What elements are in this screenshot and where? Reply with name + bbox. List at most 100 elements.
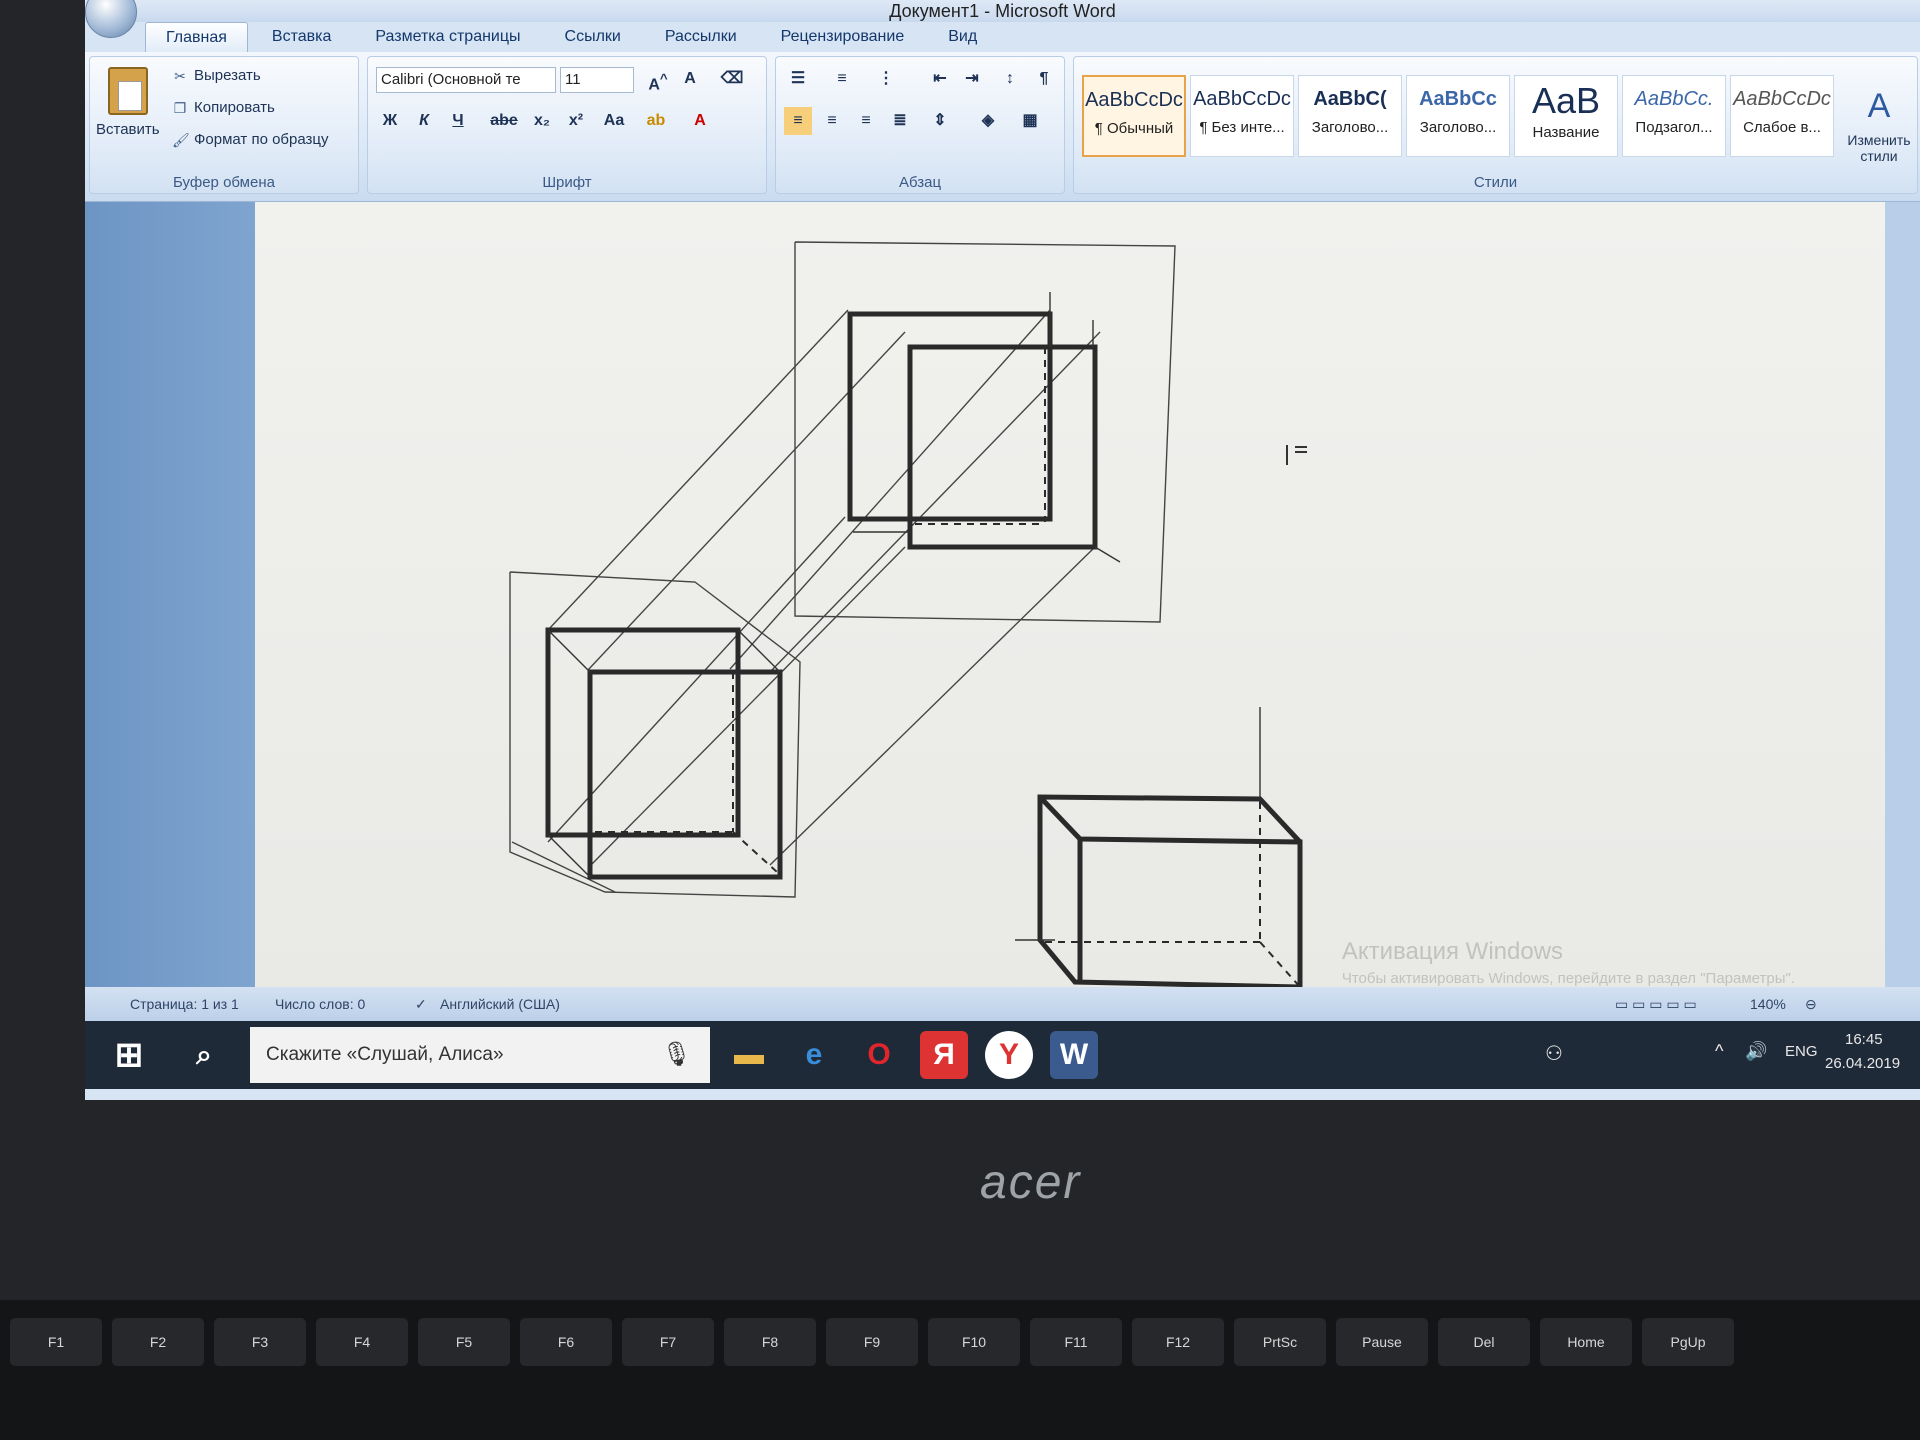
search-icon[interactable]: ⌕ <box>180 1031 228 1079</box>
volume-icon[interactable]: 🔊 <box>1745 1041 1767 1062</box>
tab-insert[interactable]: Вставка <box>252 22 351 52</box>
align-center-icon[interactable]: ≡ <box>818 107 846 135</box>
format-painter-button[interactable]: 🖌 Формат по образцу <box>172 131 329 148</box>
justify-icon[interactable]: ≣ <box>886 107 914 135</box>
cut-label: Вырезать <box>194 67 261 84</box>
strikethrough-button[interactable]: abe <box>486 107 522 135</box>
borders-icon[interactable]: ▦ <box>1016 107 1044 135</box>
bold-button[interactable]: Ж <box>376 107 404 135</box>
view-buttons[interactable]: ▭ ▭ ▭ ▭ ▭ <box>1615 987 1697 1021</box>
pilcrow-icon[interactable]: ¶ <box>1030 65 1058 93</box>
sort-icon[interactable]: ↕ <box>996 65 1024 93</box>
status-bar: Страница: 1 из 1 Число слов: 0 ✓ Английс… <box>85 987 1920 1080</box>
people-icon[interactable]: ⚇ <box>1545 1041 1563 1066</box>
align-right-icon[interactable]: ≡ <box>852 107 880 135</box>
multilevel-list-icon[interactable]: ⋮ <box>872 65 900 93</box>
style-no-spacing[interactable]: AaBbCcDc ¶ Без инте... <box>1190 75 1294 157</box>
key: F10 <box>928 1318 1020 1366</box>
projection-line <box>769 546 1096 866</box>
bullets-icon[interactable]: ☰ <box>784 65 812 93</box>
shrink-font-icon[interactable]: A <box>676 65 704 93</box>
key: F9 <box>826 1318 918 1366</box>
zoom-level[interactable]: 140% <box>1750 987 1786 1021</box>
key: F2 <box>112 1318 204 1366</box>
style-title[interactable]: AaB Название <box>1514 75 1618 157</box>
style-normal[interactable]: AaBbCcDc ¶ Обычный <box>1082 75 1186 157</box>
copy-button[interactable]: ❐ Копировать <box>172 99 275 116</box>
style-sample: AaBbCcDc <box>1085 89 1183 111</box>
tab-mailings[interactable]: Рассылки <box>645 22 757 52</box>
word-count[interactable]: Число слов: 0 <box>275 987 365 1021</box>
line-spacing-icon[interactable]: ⇕ <box>926 107 954 135</box>
subscript-button[interactable]: x₂ <box>528 107 556 135</box>
language-tray[interactable]: ENG <box>1785 1043 1818 1060</box>
tray-chevron-icon[interactable]: ^ <box>1715 1041 1723 1062</box>
opera-icon[interactable]: O <box>855 1031 903 1079</box>
highlight-icon[interactable]: ab <box>642 107 670 135</box>
document-page[interactable]: Активация Windows Чтобы активировать Win… <box>255 202 1885 990</box>
clear-formatting-icon[interactable]: ⌫ <box>718 65 746 93</box>
tab-page-layout[interactable]: Разметка страницы <box>355 22 540 52</box>
cut-button[interactable]: ✂ Вырезать <box>172 67 261 84</box>
clock-time[interactable]: 16:45 <box>1845 1031 1883 1048</box>
yandex-browser-icon[interactable]: Y <box>985 1031 1033 1079</box>
language-indicator[interactable]: Английский (США) <box>440 987 560 1021</box>
grow-font-icon[interactable]: A^ <box>644 65 672 93</box>
shading-icon[interactable]: ◈ <box>974 107 1002 135</box>
key: Pause <box>1336 1318 1428 1366</box>
numbering-icon[interactable]: ≡ <box>828 65 856 93</box>
style-heading1[interactable]: AaBbC( Заголово... <box>1298 75 1402 157</box>
increase-indent-icon[interactable]: ⇥ <box>958 65 986 93</box>
file-explorer-icon[interactable]: ▬ <box>725 1031 773 1079</box>
tab-references[interactable]: Ссылки <box>545 22 641 52</box>
tab-view[interactable]: Вид <box>928 22 997 52</box>
italic-button[interactable]: К <box>410 107 438 135</box>
font-size-select[interactable]: 11 <box>560 67 634 93</box>
decrease-indent-icon[interactable]: ⇤ <box>926 65 954 93</box>
windows-start-icon[interactable]: ⊞ <box>105 1031 153 1079</box>
font-name-select[interactable]: Calibri (Основной те <box>376 67 556 93</box>
axis-line <box>1094 546 1121 563</box>
document-area: Активация Windows Чтобы активировать Win… <box>85 202 1920 990</box>
word-taskbar-icon[interactable]: W <box>1050 1031 1098 1079</box>
paste-icon[interactable] <box>108 67 148 115</box>
align-left-icon[interactable]: ≡ <box>784 107 812 135</box>
proofing-icon[interactable]: ✓ <box>415 987 427 1021</box>
style-subtle-emphasis[interactable]: AaBbCcDc Слабое в... <box>1730 75 1834 157</box>
paste-label: Вставить <box>96 121 160 138</box>
key: Home <box>1540 1318 1632 1366</box>
cube-edge <box>547 629 591 673</box>
underline-button[interactable]: Ч <box>444 107 472 135</box>
change-styles-button[interactable]: A Изменить стили <box>1844 87 1914 164</box>
key: F8 <box>724 1318 816 1366</box>
yandex-icon[interactable]: Я <box>920 1031 968 1079</box>
clock-date[interactable]: 26.04.2019 <box>1825 1055 1900 1072</box>
ribbon-tabs: Главная Вставка Разметка страницы Ссылки… <box>145 22 997 52</box>
page-indicator[interactable]: Страница: 1 из 1 <box>130 987 239 1021</box>
frame-bottom <box>509 571 801 898</box>
key: PgUp <box>1642 1318 1734 1366</box>
paste-button[interactable]: Вставить <box>96 121 160 138</box>
style-name: Заголово... <box>1311 119 1389 136</box>
edge-icon[interactable]: e <box>790 1031 838 1079</box>
key: F4 <box>316 1318 408 1366</box>
key: F12 <box>1132 1318 1224 1366</box>
tab-review[interactable]: Рецензирование <box>761 22 925 52</box>
search-input[interactable]: Скажите «Слушай, Алиса» 🎙 <box>250 1027 710 1083</box>
style-sample: AaBbCcDc <box>1733 88 1831 110</box>
laptop-logo: acer <box>980 1156 1082 1209</box>
tab-home[interactable]: Главная <box>145 22 248 52</box>
style-sample: AaBbCc. <box>1634 88 1714 110</box>
projection-line <box>547 516 846 843</box>
copy-label: Копировать <box>194 99 275 116</box>
change-case-button[interactable]: Aa <box>596 107 632 135</box>
key: F7 <box>622 1318 714 1366</box>
office-button[interactable] <box>85 0 137 38</box>
superscript-button[interactable]: x² <box>562 107 590 135</box>
microphone-icon[interactable]: 🎙 <box>662 1027 692 1083</box>
taskbar: ⊞ ⌕ Скажите «Слушай, Алиса» 🎙 ▬ e O Я Y … <box>85 1021 1920 1089</box>
cube-drawing <box>509 241 1307 990</box>
font-color-icon[interactable]: A <box>686 107 714 135</box>
style-heading2[interactable]: AaBbCc Заголово... <box>1406 75 1510 157</box>
style-subtitle[interactable]: AaBbCc. Подзагол... <box>1622 75 1726 157</box>
